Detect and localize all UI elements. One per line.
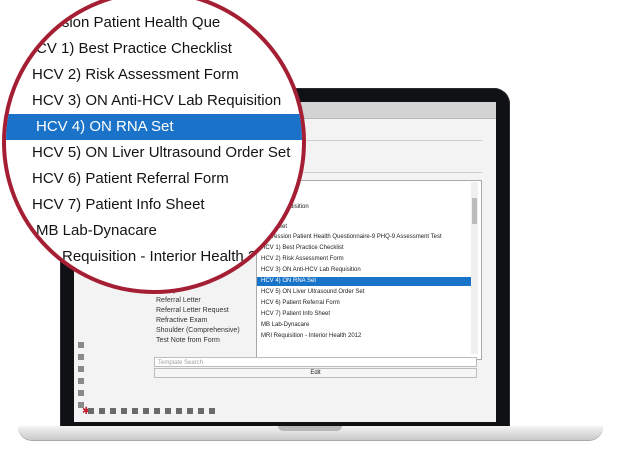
format-icon[interactable] <box>176 408 182 414</box>
format-icon[interactable] <box>88 408 94 414</box>
laptop-notch <box>278 426 342 431</box>
magnified-item[interactable]: MB Lab-Dynacare <box>36 218 157 244</box>
format-icon[interactable] <box>209 408 215 414</box>
dropdown-item[interactable]: MRI Requisition - Interior Health 2012 <box>261 332 361 341</box>
tool-icon[interactable] <box>78 378 84 384</box>
format-icon[interactable] <box>121 408 127 414</box>
template-side-list: history Referral Letter Referral Letter … <box>156 286 240 346</box>
bottom-toolbar <box>88 406 248 416</box>
left-toolbar <box>78 342 86 412</box>
dropdown-item[interactable]: HCV 5) ON Liver Ultrasound Order Set <box>261 288 364 297</box>
list-item[interactable]: Shoulder (Comprehensive) <box>156 326 240 336</box>
dropdown-item[interactable]: HCV 7) Patient Info Sheet <box>261 310 330 319</box>
format-icon[interactable] <box>187 408 193 414</box>
format-icon[interactable] <box>198 408 204 414</box>
format-icon[interactable] <box>110 408 116 414</box>
tool-icon[interactable] <box>78 390 84 396</box>
dropdown-item[interactable]: HCV 1) Best Practice Checklist <box>261 244 344 253</box>
format-icon[interactable] <box>132 408 138 414</box>
list-item[interactable]: Test Note from Form <box>156 336 240 346</box>
magnified-item[interactable]: ession Patient Health Que <box>46 10 220 36</box>
magnified-item-selected[interactable]: HCV 4) ON RNA Set <box>6 114 302 140</box>
dropdown-item[interactable]: HCV 6) Patient Referral Form <box>261 299 340 308</box>
format-icon[interactable] <box>165 408 171 414</box>
edit-button[interactable]: Edit <box>154 368 477 378</box>
list-item[interactable]: Refractive Exam <box>156 316 240 326</box>
dropdown-scroll-thumb[interactable] <box>472 198 477 224</box>
magnified-item[interactable]: CV 1) Best Practice Checklist <box>36 36 232 62</box>
dropdown-item[interactable]: MB Lab-Dynacare <box>261 321 309 330</box>
dropdown-item[interactable]: HCV 2) Risk Assessment Form <box>261 255 344 264</box>
tool-icon[interactable] <box>78 354 84 360</box>
tool-icon[interactable] <box>78 366 84 372</box>
dropdown-item-selected[interactable]: HCV 4) ON RNA Set <box>257 277 473 286</box>
format-icon[interactable] <box>99 408 105 414</box>
magnified-item[interactable]: HCV 5) ON Liver Ultrasound Order Set <box>32 140 290 166</box>
magnified-item[interactable]: HCV 6) Patient Referral Form <box>32 166 229 192</box>
magnified-item[interactable]: HCV 2) Risk Assessment Form <box>32 62 239 88</box>
dropdown-item[interactable]: HCV 3) ON Anti-HCV Lab Requisition <box>261 266 361 275</box>
tool-icon[interactable] <box>78 342 84 348</box>
magnified-item[interactable]: HCV 3) ON Anti-HCV Lab Requisition <box>32 88 281 114</box>
magnifier-circle: ession Patient Health Que CV 1) Best Pra… <box>2 0 306 294</box>
template-search-input[interactable]: Template Search <box>154 357 477 367</box>
magnified-item[interactable]: Requisition - Interior Health 2 <box>62 244 256 270</box>
list-item[interactable]: Referral Letter Request <box>156 306 240 316</box>
format-icon[interactable] <box>143 408 149 414</box>
magnified-item[interactable]: HCV 7) Patient Info Sheet <box>32 192 205 218</box>
format-icon[interactable] <box>154 408 160 414</box>
list-item[interactable]: Referral Letter <box>156 296 240 306</box>
dropdown-item[interactable]: Depression Patient Health Questionnaire-… <box>261 233 442 242</box>
